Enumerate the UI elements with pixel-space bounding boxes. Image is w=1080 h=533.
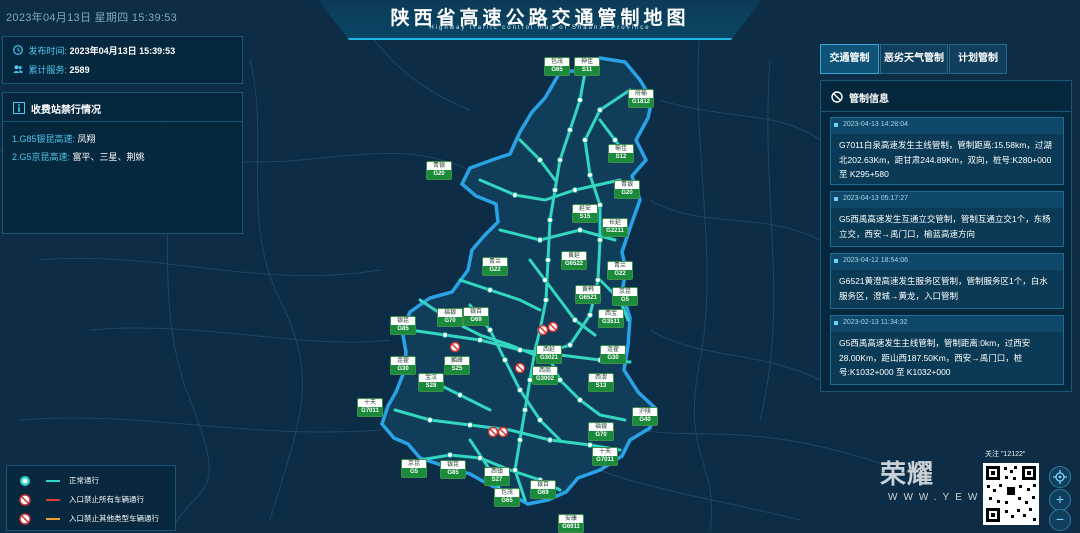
legend-line-normal <box>46 480 60 482</box>
route-label[interactable]: 银昆 G85 <box>440 460 466 479</box>
tab-severe-weather[interactable]: 恶劣天气管制 <box>880 44 948 74</box>
route-label[interactable]: 延安 S15 <box>572 204 598 223</box>
service-count-label: 累计服务: <box>28 65 68 75</box>
tab-planned-control[interactable]: 计划管制 <box>949 44 1007 74</box>
closure-item: 2.G5京昆高速: 富平、三星、荆姚 <box>12 150 145 163</box>
route-label[interactable]: 西宝 G3511 <box>598 309 624 328</box>
crosshair-icon <box>1053 470 1067 484</box>
control-card[interactable]: 2023-04-12 18:54:06 G6521黄澄高速发生服务区管制，管制服… <box>830 253 1064 309</box>
control-card[interactable]: 2023-04-13 14:28:04 G7011白泉高速发生主线管制，管制距离… <box>830 117 1064 185</box>
publish-time-row: 发布时间: 2023年04月13日 15:39:53 <box>13 44 175 57</box>
card-text: G5西禹高速发生互通立交管制，管制互通立交1个，东杨立交，西安→禹门口，榆蓝高速… <box>831 208 1063 246</box>
route-label[interactable]: 西商 G3002 <box>532 366 558 385</box>
legend-line-partial-closed <box>46 518 60 520</box>
clock-icon <box>13 45 23 55</box>
closure-detail: 富平、三星、荆姚 <box>72 152 145 162</box>
route-label[interactable]: 十天 G7011 <box>357 398 383 417</box>
no-entry-icon <box>831 90 843 103</box>
route-label[interactable]: 西渭 S13 <box>588 373 614 392</box>
route-label[interactable]: 西镇 S27 <box>484 467 510 486</box>
bullet-icon <box>834 259 838 263</box>
card-time: 2023-04-13 05:17:27 <box>843 195 908 202</box>
closure-road: 2.G5京昆高速: <box>12 152 71 162</box>
legend-line-all-closed <box>46 499 60 501</box>
closure-item: 1.G85银昆高速: 凤翔 <box>12 132 96 145</box>
watermark-url: WWW.YEWN <box>888 492 997 503</box>
card-time: 2023-04-13 14:28:04 <box>843 121 908 128</box>
map-legend: 正常通行 入口禁止所有车辆通行 入口禁止其他类型车辆通行 <box>6 465 176 531</box>
service-count-value: 2589 <box>69 65 90 75</box>
zoom-in-button[interactable]: + <box>1049 489 1071 511</box>
no-entry-icon <box>19 512 31 525</box>
card-text: G5西禹高速发生主线管制，管制距离:0km，过西安28.00Km，距山西187.… <box>831 332 1063 384</box>
route-label[interactable]: 青银 G20 <box>426 161 452 180</box>
control-info-panel: 管制信息 2023-04-13 14:28:04 G7011白泉高速发生主线管制… <box>820 80 1072 392</box>
publish-info-panel: 发布时间: 2023年04月13日 15:39:53 累计服务: 2589 <box>2 36 243 84</box>
route-label[interactable]: 十天 G7011 <box>592 447 618 466</box>
closure-detail: 凤翔 <box>77 134 96 144</box>
route-label[interactable]: 青兰 G22 <box>607 261 633 280</box>
route-label[interactable]: 银百 G69 <box>530 480 556 499</box>
current-datetime: 2023年04月13日 星期四 15:39:53 <box>6 12 178 24</box>
card-text: G7011白泉高速发生主线管制，管制距离:15.58km，过湖北202.63Km… <box>831 134 1063 184</box>
tab-traffic-control[interactable]: 交通管制 <box>820 44 879 74</box>
route-label[interactable]: 银百 G69 <box>463 307 489 326</box>
locate-button[interactable] <box>1049 466 1071 488</box>
bullet-icon <box>834 321 838 325</box>
qr-follow-text: 关注 "12122" <box>985 451 1026 458</box>
route-label[interactable]: 青兰 G22 <box>482 257 508 276</box>
legend-label: 入口禁止其他类型车辆通行 <box>69 514 159 523</box>
closure-road: 1.G85银昆高速: <box>12 134 76 144</box>
card-time: 2023-02-13 11:34:32 <box>843 319 908 326</box>
bullet-icon <box>834 123 838 127</box>
top-bar: 2023年04月13日 星期四 15:39:53 陕西省高速公路交通管制地图 H… <box>0 0 1080 40</box>
service-count-row: 累计服务: 2589 <box>13 63 90 76</box>
publish-time-label: 发布时间: <box>28 46 68 56</box>
route-label[interactable]: 黄韩 G6521 <box>575 285 601 304</box>
route-label[interactable]: 包茂 G65 <box>544 57 570 76</box>
control-panel-header: 管制信息 <box>821 81 1071 112</box>
route-label[interactable]: 福银 G70 <box>588 422 614 441</box>
route-label[interactable]: 榆佳 S12 <box>608 144 634 163</box>
card-text: G6521黄澄高速发生服务区管制，管制服务区1个，白水服务区，澄城→黄龙，入口管… <box>831 270 1063 308</box>
zoom-out-button[interactable]: − <box>1049 509 1071 531</box>
route-label[interactable]: 神佳 S11 <box>574 57 600 76</box>
control-type-tabs: 交通管制 恶劣天气管制 计划管制 <box>820 44 1012 74</box>
route-label[interactable]: 长延 G2211 <box>602 218 628 237</box>
users-icon <box>13 64 23 74</box>
route-label[interactable]: 麟峰 S25 <box>444 356 470 375</box>
route-label[interactable]: 银昆 G85 <box>390 316 416 335</box>
route-label[interactable]: 包茂 G65 <box>494 488 520 507</box>
publish-time-value: 2023年04月13日 15:39:53 <box>69 46 176 56</box>
control-card[interactable]: 2023-02-13 11:34:32 G5西禹高速发生主线管制，管制距离:0k… <box>830 315 1064 385</box>
control-card[interactable]: 2023-04-13 05:17:27 G5西禹高速发生互通立交管制，管制互通立… <box>830 191 1064 247</box>
legend-label: 入口禁止所有车辆通行 <box>69 495 144 504</box>
node-icon <box>19 474 31 486</box>
route-label[interactable]: 京昆 G5 <box>401 459 427 478</box>
route-label[interactable]: 京昆 G5 <box>612 287 638 306</box>
route-label[interactable]: 宝汉 S28 <box>418 373 444 392</box>
control-panel-title: 管制信息 <box>849 94 889 105</box>
toll-station-closure-panel: 收费站禁行情况 1.G85银昆高速: 凤翔 2.G5京昆高速: 富平、三星、荆姚 <box>2 92 243 234</box>
route-label[interactable]: 西延 G3021 <box>536 345 562 364</box>
route-label[interactable]: 福银 G70 <box>437 308 463 327</box>
info-square-icon <box>13 101 25 114</box>
closure-panel-title: 收费站禁行情况 <box>31 105 101 116</box>
bullet-icon <box>834 197 838 201</box>
qr-code[interactable] <box>983 463 1039 525</box>
route-label[interactable]: 连霍 G30 <box>600 345 626 364</box>
route-label[interactable]: 沪陕 G40 <box>632 407 658 426</box>
no-entry-icon <box>19 493 31 506</box>
route-label[interactable]: 府榆 G1812 <box>628 89 654 108</box>
route-label[interactable]: 青银 G20 <box>614 180 640 199</box>
legend-label: 正常通行 <box>69 476 99 485</box>
route-label[interactable]: 安康 G6911 <box>558 514 584 533</box>
watermark-brand: 荣耀 <box>880 459 935 489</box>
route-label[interactable]: 连霍 G30 <box>390 356 416 375</box>
closure-panel-header: 收费站禁行情况 <box>3 93 242 122</box>
page-subtitle: Highway traffic control map of Shaanxi P… <box>429 25 651 31</box>
card-time: 2023-04-12 18:54:06 <box>843 257 908 264</box>
title-plate: 陕西省高速公路交通管制地图 Highway traffic control ma… <box>318 0 762 40</box>
route-label[interactable]: 黄延 G6522 <box>561 251 587 270</box>
